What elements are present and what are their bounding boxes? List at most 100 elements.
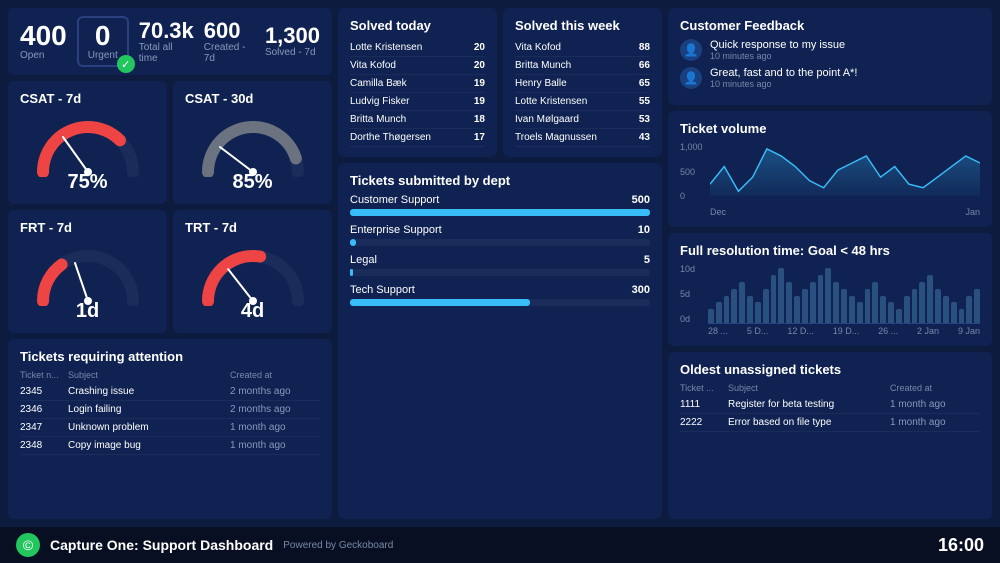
list-item: Dorthe Thøgersen17 [350, 129, 485, 147]
csat-gauges-row: CSAT - 7d 50% 100% 75% [8, 81, 332, 204]
feedback-card: Customer Feedback 👤 Quick response to my… [668, 8, 992, 105]
res-bar [896, 309, 902, 323]
res-bar [708, 309, 714, 323]
footer-app-name: Capture One: Support Dashboard [50, 537, 273, 553]
solved-week-title: Solved this week [515, 18, 650, 33]
oldest-title: Oldest unassigned tickets [680, 362, 980, 377]
dept-list: Customer Support 500 Enterprise Support … [350, 194, 650, 306]
feedback-title: Customer Feedback [680, 18, 980, 33]
res-bar [716, 302, 722, 323]
trt-gauge: 0s 7s 4d [185, 241, 320, 323]
feedback-text: Quick response to my issue [710, 39, 845, 51]
list-item: Ivan Mølgaard53 [515, 111, 650, 129]
dept-title: Tickets submitted by dept [350, 173, 650, 188]
res-bar [794, 296, 800, 324]
tickets-header: 400 Open 0 Urgent ✓ 70.3k Total all time… [8, 8, 332, 75]
frt-value: 1d [76, 300, 99, 323]
resolution-card: Full resolution time: Goal < 48 hrs 10d … [668, 233, 992, 346]
res-bar [841, 289, 847, 323]
dept-card: Tickets submitted by dept Customer Suppo… [338, 163, 662, 519]
res-bar [818, 275, 824, 323]
frt-title: FRT - 7d [20, 220, 155, 235]
frt-card: FRT - 7d 0s 3s 1d [8, 210, 167, 333]
volume-y-labels: 1,000 500 0 [680, 142, 703, 201]
res-bar [888, 302, 894, 323]
table-row: 1111Register for beta testing1 month ago [680, 396, 980, 414]
resolution-bars [708, 264, 980, 324]
res-bar [943, 296, 949, 324]
res-bar [778, 268, 784, 323]
res-bar [974, 289, 980, 323]
volume-card: Ticket volume 1,000 500 0 [668, 111, 992, 227]
csat-7d-gauge: 50% 100% 75% [20, 112, 155, 194]
feedback-time: 10 minutes ago [710, 51, 845, 61]
list-item: Troels Magnussen43 [515, 129, 650, 147]
tickets-created: 600 Created - 7d [204, 20, 255, 64]
table-row: 2347Unknown problem1 month ago [20, 419, 320, 437]
res-bar [935, 289, 941, 323]
solved-week-list: Vita Kofod88Britta Munch66Henry Balle65L… [515, 39, 650, 147]
res-bar [865, 289, 871, 323]
volume-chart-svg [710, 142, 980, 202]
res-bar [904, 296, 910, 324]
res-bar [724, 296, 730, 324]
dept-row: Legal 5 [350, 254, 650, 276]
feedback-item: 👤 Quick response to my issue 10 minutes … [680, 39, 980, 61]
csat-30d-card: CSAT - 30d 50% 100% 85% [173, 81, 332, 204]
resolution-y-labels: 10d 5d 0d [680, 264, 695, 324]
check-icon: ✓ [117, 55, 135, 73]
csat-30d-gauge: 50% 100% 85% [185, 112, 320, 194]
list-item: Vita Kofod20 [350, 57, 485, 75]
attention-table: 2345Crashing issue2 months ago2346Login … [20, 383, 320, 455]
oldest-card: Oldest unassigned tickets Ticket ... Sub… [668, 352, 992, 519]
oldest-header: Ticket ... Subject Created at [680, 383, 980, 393]
res-bar [966, 296, 972, 324]
csat-7d-svg: 50% 100% [33, 112, 143, 177]
list-item: Camilla Bæk19 [350, 75, 485, 93]
resolution-title: Full resolution time: Goal < 48 hrs [680, 243, 980, 258]
res-bar [951, 302, 957, 323]
dept-row: Customer Support 500 [350, 194, 650, 216]
resolution-chart-wrap: 10d 5d 0d 28 ... 5 D... 12 D... 19 D... … [680, 264, 980, 336]
volume-x-labels: Dec Jan [710, 207, 980, 217]
trt-title: TRT - 7d [185, 220, 320, 235]
solved-today-card: Solved today Lotte Kristensen20Vita Kofo… [338, 8, 497, 157]
res-bar [872, 282, 878, 323]
res-bar [959, 309, 965, 323]
table-row: 2346Login failing2 months ago [20, 401, 320, 419]
res-bar [802, 289, 808, 323]
tickets-solved: 1,300 Solved - 7d [265, 25, 320, 58]
csat-7d-card: CSAT - 7d 50% 100% 75% [8, 81, 167, 204]
csat-7d-value: 75% [67, 171, 107, 194]
footer-logo-icon: © [16, 533, 40, 557]
res-bar [919, 282, 925, 323]
feedback-text: Great, fast and to the point A*! [710, 67, 857, 79]
res-bar [763, 289, 769, 323]
list-item: Britta Munch66 [515, 57, 650, 75]
solved-row: Solved today Lotte Kristensen20Vita Kofo… [338, 8, 662, 157]
res-bar [927, 275, 933, 323]
list-item: Lotte Kristensen20 [350, 39, 485, 57]
footer: © Capture One: Support Dashboard Powered… [0, 527, 1000, 563]
res-bar [833, 282, 839, 323]
list-item: Ludvig Fisker19 [350, 93, 485, 111]
feedback-list: 👤 Quick response to my issue 10 minutes … [680, 39, 980, 89]
solved-week-card: Solved this week Vita Kofod88Britta Munc… [503, 8, 662, 157]
res-bar [731, 289, 737, 323]
res-bar [849, 296, 855, 324]
solved-today-title: Solved today [350, 18, 485, 33]
res-bar [825, 268, 831, 323]
res-bar [912, 289, 918, 323]
csat-30d-value: 85% [232, 171, 272, 194]
frt-trt-row: FRT - 7d 0s 3s 1d TRT - 7d [8, 210, 332, 333]
res-bar [747, 296, 753, 324]
attention-title: Tickets requiring attention [20, 349, 320, 364]
frt-gauge: 0s 3s 1d [20, 241, 155, 323]
res-bar [771, 275, 777, 323]
tickets-open: 400 Open [20, 22, 67, 61]
col2: Solved today Lotte Kristensen20Vita Kofo… [338, 8, 662, 519]
trt-card: TRT - 7d 0s 7s 4d [173, 210, 332, 333]
attention-header: Ticket n... Subject Created at [20, 370, 320, 380]
resolution-x-labels: 28 ... 5 D... 12 D... 19 D... 26 ... 2 J… [708, 326, 980, 336]
res-bar [810, 282, 816, 323]
